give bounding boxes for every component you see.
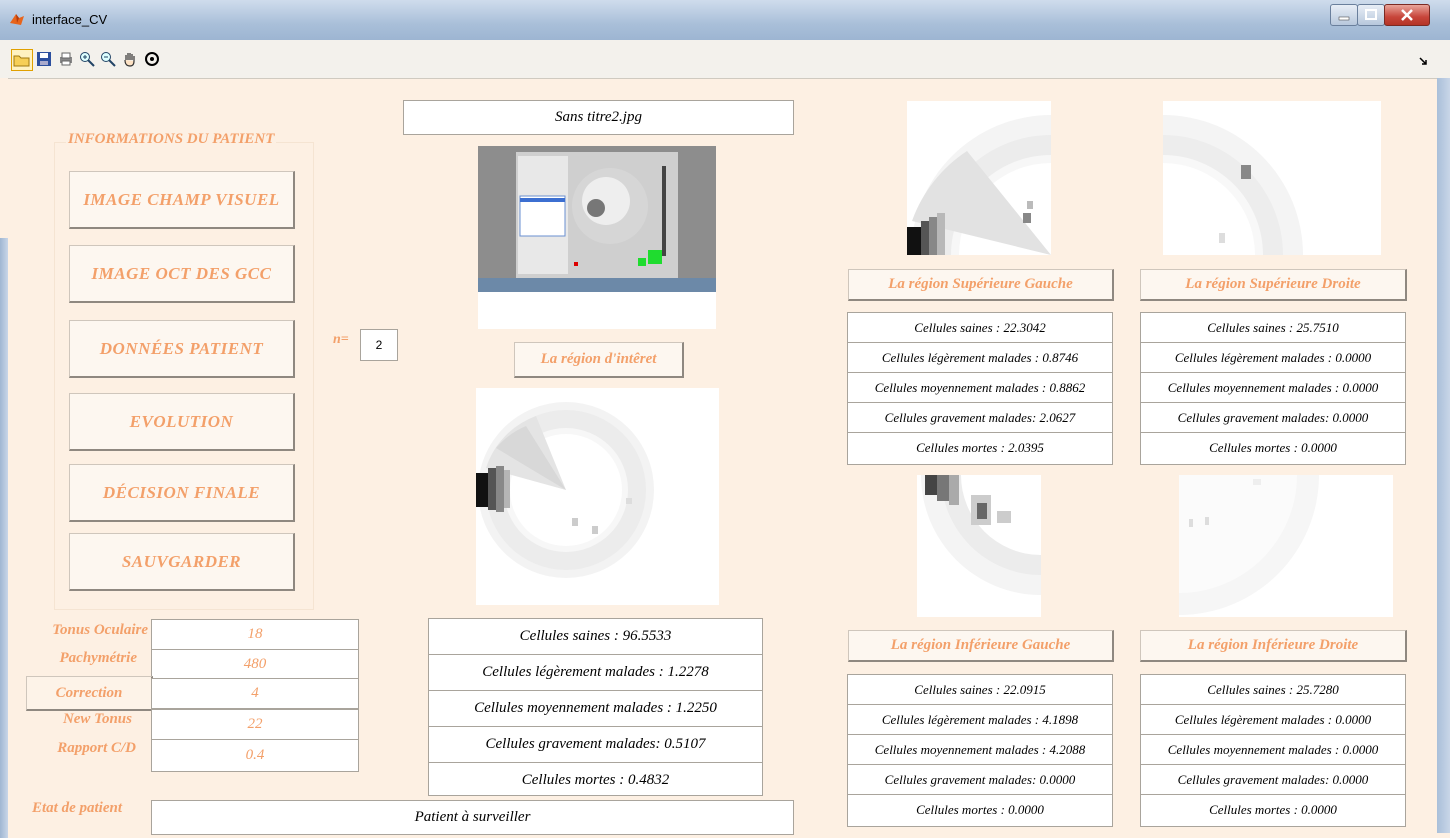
- stat-row: Cellules légèrement malades : 0.8746: [848, 343, 1112, 373]
- region-sup-droite-image: [1163, 101, 1381, 255]
- figure-toolbar: [0, 40, 1450, 79]
- print-icon: [60, 52, 72, 66]
- zoom-in-icon: [80, 52, 95, 67]
- print-button[interactable]: [56, 49, 76, 69]
- stat-row: Cellules mortes : 2.0395: [916, 439, 1044, 455]
- stat-row: Cellules saines : 25.7510: [1141, 313, 1405, 343]
- close-button[interactable]: [1384, 4, 1430, 26]
- save-icon: [37, 52, 51, 66]
- etat-patient-field: Patient à surveiller: [151, 800, 794, 835]
- tonus-oculaire-field[interactable]: 18: [151, 619, 359, 650]
- stat-row: Cellules saines : 96.5533: [429, 619, 762, 655]
- evolution-button[interactable]: EVOLUTION: [69, 393, 295, 451]
- correction-button[interactable]: Correction: [26, 676, 153, 711]
- stat-row: Cellules légèrement malades : 4.1898: [848, 705, 1112, 735]
- zoom-in-button[interactable]: [77, 49, 97, 69]
- stat-row: Cellules saines : 22.0915: [848, 675, 1112, 705]
- stat-row: Cellules moyennement malades : 4.2088: [848, 735, 1112, 765]
- open-button[interactable]: [11, 49, 33, 71]
- stat-row: Cellules moyennement malades : 0.0000: [1141, 735, 1405, 765]
- visual-field-thumbnail: [478, 146, 716, 329]
- region-inf-gauche-button[interactable]: La région Inférieure Gauche: [848, 630, 1114, 662]
- stat-row: Cellules moyennement malades : 1.2250: [429, 691, 762, 727]
- maximize-icon: [1365, 9, 1377, 20]
- stat-row: Cellules gravement malades: 0.0000: [848, 765, 1112, 795]
- stat-row: Cellules mortes : 0.0000: [916, 801, 1044, 817]
- save-button[interactable]: [34, 49, 54, 69]
- window-title-bar: interface_CV: [0, 0, 1450, 41]
- close-icon: [1401, 9, 1413, 21]
- n-input[interactable]: 2: [360, 329, 398, 361]
- stat-row: Cellules saines : 22.3042: [848, 313, 1112, 343]
- main-stats-table: Cellules saines : 96.5533 Cellules légèr…: [428, 618, 763, 796]
- new-tonus-field[interactable]: 22: [151, 709, 359, 740]
- rapport-cd-field[interactable]: 0.4: [151, 739, 359, 772]
- pachymetrie-field[interactable]: 480: [151, 649, 359, 680]
- stat-row: Cellules mortes : 0.4832: [521, 771, 670, 788]
- patient-info-title: INFORMATIONS DU PATIENT: [66, 131, 277, 148]
- region-sup-gauche-button[interactable]: La région Supérieure Gauche: [848, 269, 1114, 301]
- region-sup-droite-button[interactable]: La région Supérieure Droite: [1140, 269, 1407, 301]
- pan-hand-icon: [124, 53, 135, 67]
- stat-row: Cellules gravement malades: 0.0000: [1141, 765, 1405, 795]
- open-folder-icon: [13, 55, 30, 67]
- stat-row: Cellules moyennement malades : 0.8862: [848, 373, 1112, 403]
- region-sup-gauche-image: [907, 101, 1051, 255]
- zoom-out-button[interactable]: [98, 49, 118, 69]
- tonus-oculaire-label: Tonus Oculaire: [52, 622, 148, 638]
- stat-row: Cellules légèrement malades : 0.0000: [1141, 343, 1405, 373]
- rotate-3d-icon: [145, 52, 159, 66]
- etat-patient-label: Etat de patient: [32, 800, 122, 816]
- stat-row: Cellules mortes : 0.0000: [1209, 801, 1337, 817]
- zoom-out-icon: [101, 52, 116, 67]
- region-inf-gauche-image: [917, 475, 1041, 617]
- toolbar-expand-icon[interactable]: [1418, 56, 1428, 66]
- new-tonus-label: New Tonus: [62, 711, 132, 727]
- inf-gauche-stats: Cellules saines : 22.0915 Cellules légèr…: [847, 674, 1113, 827]
- matlab-icon: [10, 14, 24, 25]
- stat-row: Cellules gravement malades: 0.0000: [1141, 403, 1405, 433]
- donnees-patient-button[interactable]: DONNÉES PATIENT: [69, 320, 295, 378]
- region-interet-button[interactable]: La région d'intêret: [514, 342, 684, 378]
- minimize-button[interactable]: [1330, 4, 1358, 26]
- stat-row: Cellules gravement malades: 0.5107: [429, 727, 762, 763]
- stat-row: Cellules saines : 25.7280: [1141, 675, 1405, 705]
- rotate-button[interactable]: [142, 49, 162, 69]
- stat-row: Cellules gravement malades: 2.0627: [848, 403, 1112, 433]
- region-inf-droite-button[interactable]: La région Inférieure Droite: [1140, 630, 1407, 662]
- stat-row: Cellules moyennement malades : 0.0000: [1141, 373, 1405, 403]
- window-frame-left: [0, 78, 8, 838]
- screenshot-image: [478, 146, 716, 292]
- file-name-field: Sans titre2.jpg: [403, 100, 794, 135]
- window-title: interface_CV: [32, 12, 108, 27]
- n-label: n=: [333, 332, 349, 347]
- image-champ-visuel-button[interactable]: IMAGE CHAMP VISUEL: [69, 171, 295, 229]
- stat-row: Cellules mortes : 0.0000: [1209, 439, 1337, 455]
- sup-gauche-stats: Cellules saines : 22.3042 Cellules légèr…: [847, 312, 1113, 465]
- stat-row: Cellules légèrement malades : 1.2278: [429, 655, 762, 691]
- maximize-button[interactable]: [1357, 4, 1385, 26]
- pan-button[interactable]: [120, 49, 140, 69]
- sup-droite-stats: Cellules saines : 25.7510 Cellules légèr…: [1140, 312, 1406, 465]
- stat-row: Cellules légèrement malades : 0.0000: [1141, 705, 1405, 735]
- decision-finale-button[interactable]: DÉCISION FINALE: [69, 464, 295, 522]
- correction-field[interactable]: 4: [151, 678, 359, 709]
- image-oct-gcc-button[interactable]: IMAGE OCT DES GCC: [69, 245, 295, 303]
- window-frame-right: [1437, 78, 1450, 833]
- sauvgarder-button[interactable]: SAUVGARDER: [69, 533, 295, 591]
- region-inf-droite-image: [1179, 475, 1393, 617]
- rapport-cd-label: Rapport C/D: [57, 740, 136, 756]
- minimize-icon: [1338, 16, 1350, 21]
- roi-image: [476, 388, 719, 605]
- pachymetrie-label: Pachymétrie: [59, 650, 137, 666]
- inf-droite-stats: Cellules saines : 25.7280 Cellules légèr…: [1140, 674, 1406, 827]
